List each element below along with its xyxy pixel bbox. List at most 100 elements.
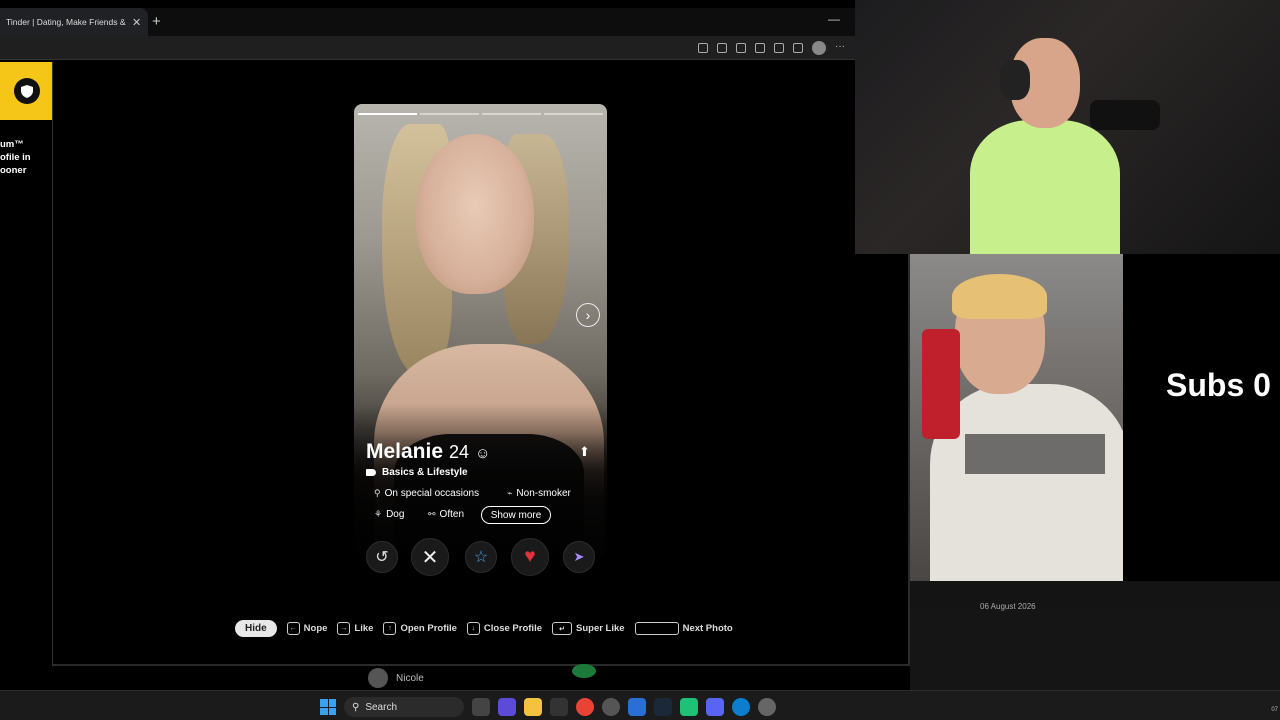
- headset-icon: [1000, 60, 1030, 100]
- steam-icon[interactable]: [654, 698, 672, 716]
- search-icon: ⚲: [352, 701, 360, 713]
- like-button[interactable]: ♥: [511, 538, 549, 576]
- favorite-icon[interactable]: [774, 43, 784, 53]
- search-label: Search: [365, 701, 398, 713]
- hint-label: Like: [354, 623, 374, 634]
- browser-window: Tinder | Dating, Make Friends & M ✕ + — …: [0, 0, 910, 666]
- subs-counter-panel: Subs 0: [1123, 254, 1280, 581]
- tab-tinder[interactable]: Tinder | Dating, Make Friends & M ✕: [0, 8, 148, 36]
- edge-icon[interactable]: [732, 698, 750, 716]
- notification-icon[interactable]: [717, 43, 727, 53]
- phone-icon: [922, 329, 960, 439]
- chip-smoking: ⌁ Non-smoker: [507, 488, 571, 499]
- heart-icon: ♥: [524, 546, 536, 567]
- star-icon: ☆: [473, 549, 489, 566]
- minimize-button[interactable]: —: [828, 12, 840, 26]
- rewind-button[interactable]: ↺: [366, 541, 398, 573]
- webcam-subject: [970, 120, 1120, 254]
- chat-name: Nicole: [396, 672, 424, 684]
- profile-avatar[interactable]: [812, 41, 826, 55]
- profile-card[interactable]: › Melanie 24 ☺ ⬆ Basics & Lifestyle ⚲ On…: [354, 104, 607, 554]
- location-icon[interactable]: [698, 43, 708, 53]
- taskbar: ⚲ Search: [0, 690, 1280, 720]
- tab-title: Tinder | Dating, Make Friends & M: [6, 17, 128, 27]
- windows-start-icon[interactable]: [320, 699, 336, 715]
- photo-progress-bar[interactable]: [420, 113, 479, 115]
- date-separator: [910, 581, 1280, 607]
- photo-progress-bar[interactable]: [358, 113, 417, 115]
- photo-progress-bar[interactable]: [544, 113, 603, 115]
- apps-icon[interactable]: [736, 43, 746, 53]
- reader-icon[interactable]: [755, 43, 765, 53]
- arrow-up-key-icon: ↑: [383, 622, 397, 635]
- taskbar-search[interactable]: ⚲ Search: [344, 697, 464, 717]
- date-label: 06 August 2026: [980, 602, 1036, 611]
- chip-pets: ⚘ Dog: [374, 509, 404, 520]
- background-chat-item: Nicole: [368, 668, 424, 688]
- browser-toolbar: ···: [0, 36, 855, 60]
- nope-button[interactable]: ✕: [411, 538, 449, 576]
- gear-icon[interactable]: [758, 698, 776, 716]
- settings-app-icon[interactable]: [602, 698, 620, 716]
- card-gradient: [354, 404, 607, 554]
- hide-hints-button[interactable]: Hide: [235, 620, 277, 637]
- no-smoking-icon: ⌁: [507, 488, 513, 498]
- task-view-icon[interactable]: [472, 698, 490, 716]
- chrome-icon[interactable]: [576, 698, 594, 716]
- copilot-icon[interactable]: [498, 698, 516, 716]
- verified-icon: ☺: [475, 445, 491, 462]
- boost-button[interactable]: ➤: [563, 541, 595, 573]
- open-profile-arrow-icon[interactable]: ⬆: [579, 444, 590, 460]
- browser-app-icon[interactable]: [628, 698, 646, 716]
- chip-label: Dog: [386, 509, 405, 520]
- section-label: Basics & Lifestyle: [366, 467, 468, 478]
- chevron-right-icon[interactable]: ›: [576, 303, 600, 327]
- arrow-down-key-icon: ↓: [466, 622, 480, 635]
- paw-icon: ⚘: [374, 509, 383, 519]
- avatar: [368, 668, 388, 688]
- shield-icon[interactable]: [14, 78, 40, 104]
- photo-subject-face: [416, 134, 534, 294]
- hint-close-profile: ↓ Close Profile: [466, 622, 542, 635]
- tab-close-icon[interactable]: ✕: [132, 16, 141, 29]
- more-menu-icon[interactable]: ···: [835, 42, 845, 53]
- wine-icon: ⚲: [374, 488, 381, 498]
- dumbbell-icon: ⚯: [428, 509, 436, 519]
- guest-webcam: [910, 254, 1123, 581]
- tag-icon: [366, 469, 376, 476]
- background-app-region: [910, 607, 1280, 690]
- collections-icon[interactable]: [793, 43, 803, 53]
- chip-workout: ⚯ Often: [428, 509, 464, 520]
- profile-age: 24: [449, 442, 470, 462]
- arrow-left-key-icon: ←: [286, 622, 300, 635]
- premium-banner[interactable]: [0, 62, 52, 120]
- subs-counter: Subs 0: [1166, 367, 1271, 403]
- section-label-text: Basics & Lifestyle: [382, 467, 468, 478]
- discord-icon[interactable]: [706, 698, 724, 716]
- streaming-app-icon[interactable]: [680, 698, 698, 716]
- taskbar-clock: 07: [1271, 707, 1278, 713]
- premium-line: ooner: [0, 165, 27, 176]
- premium-line: ofile in: [0, 152, 31, 163]
- profile-name: Melanie: [366, 440, 444, 463]
- send-icon: ➤: [573, 549, 585, 564]
- hint-next-photo: Next Photo: [634, 622, 733, 635]
- enter-key-icon: ↵: [552, 622, 572, 635]
- photo-progress-bar[interactable]: [482, 113, 541, 115]
- hint-like: → Like: [337, 622, 373, 635]
- premium-title: um™: [0, 139, 24, 150]
- tab-bar: Tinder | Dating, Make Friends & M ✕ + —: [0, 8, 855, 36]
- hint-super-like: ↵ Super Like: [552, 622, 625, 635]
- media-app-icon[interactable]: [550, 698, 568, 716]
- chip-label: On special occasions: [384, 488, 480, 499]
- spacebar-key-icon: [634, 622, 679, 635]
- hint-label: Open Profile: [400, 623, 457, 634]
- background-app-icon: [572, 664, 596, 678]
- super-like-button[interactable]: ☆: [465, 541, 497, 573]
- file-explorer-icon[interactable]: [524, 698, 542, 716]
- chip-drinking: ⚲ On special occasions: [374, 488, 479, 499]
- show-more-button[interactable]: Show more: [481, 506, 551, 524]
- microphone-icon: [1090, 100, 1160, 130]
- new-tab-button[interactable]: +: [152, 13, 161, 30]
- webcam-subject: [952, 274, 1047, 319]
